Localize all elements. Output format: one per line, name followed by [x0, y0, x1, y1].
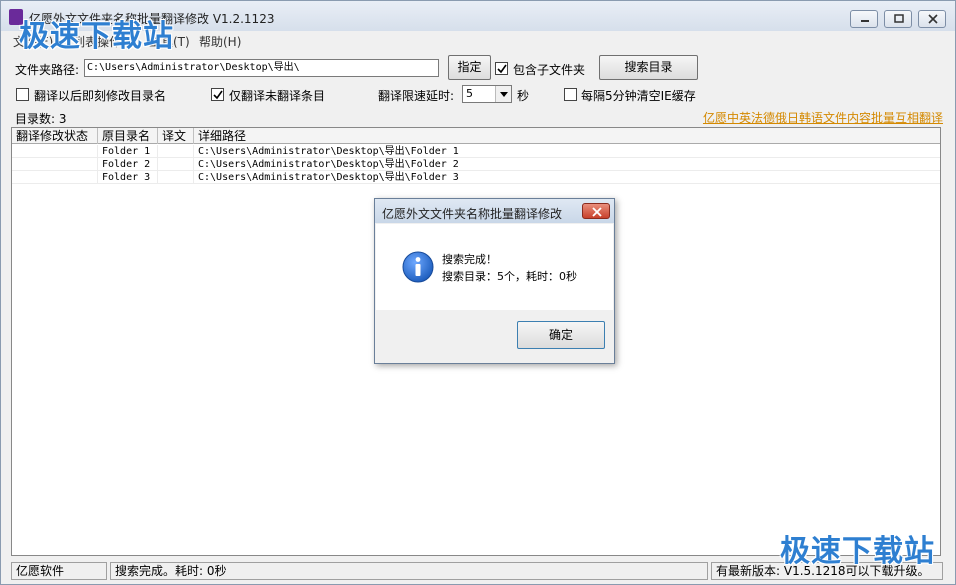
watermark-bottom: 极速下载站 [780, 534, 935, 569]
maximize-button[interactable] [884, 10, 912, 28]
promo-link[interactable]: 亿愿中英法德俄日韩语文件内容批量互相翻译 [703, 109, 943, 126]
table-row[interactable]: Folder 1 C:\Users\Administrator\Desktop\… [12, 145, 940, 158]
checkmark-icon [497, 64, 507, 74]
dialog-ok-button[interactable]: 确定 [517, 321, 605, 349]
close-button[interactable] [918, 10, 946, 28]
include-subfolders-checkbox[interactable] [495, 62, 508, 75]
folder-path-input[interactable]: C:\Users\Administrator\Desktop\导出\ [84, 59, 439, 77]
cell-translation [158, 145, 194, 158]
column-translation[interactable]: 译文 [158, 128, 194, 144]
include-subfolders-label: 包含子文件夹 [513, 63, 586, 77]
cell-status [12, 145, 98, 158]
table-row[interactable]: Folder 3 C:\Users\Administrator\Desktop\… [12, 171, 940, 184]
delay-select[interactable]: 5 [462, 85, 512, 103]
cell-translation [158, 158, 194, 171]
clear-cache-checkbox[interactable] [564, 88, 577, 101]
info-icon [402, 251, 434, 283]
dialog-message-line2: 搜索目录：5个，耗时：0秒 [442, 270, 577, 283]
only-untranslated-checkbox[interactable] [211, 88, 224, 101]
cell-path: C:\Users\Administrator\Desktop\导出\Folder… [198, 146, 459, 157]
specify-button[interactable]: 指定 [448, 55, 491, 80]
delay-value: 5 [466, 87, 473, 100]
cell-status [12, 158, 98, 171]
dropdown-arrow[interactable] [495, 86, 511, 102]
delay-label: 翻译限速延时: [378, 89, 455, 103]
menu-help[interactable]: 帮助(H) [199, 33, 241, 50]
cell-name: Folder 2 [98, 158, 158, 171]
status-company: 亿愿软件 [11, 562, 107, 580]
delay-unit: 秒 [517, 89, 530, 103]
dialog-message-line1: 搜索完成！ [442, 253, 497, 266]
column-path[interactable]: 详细路径 [194, 128, 940, 144]
column-status[interactable]: 翻译修改状态 [12, 128, 98, 144]
watermark-top: 极速下载站 [19, 19, 174, 54]
cell-path: C:\Users\Administrator\Desktop\导出\Folder… [198, 159, 459, 170]
table-row[interactable]: Folder 2 C:\Users\Administrator\Desktop\… [12, 158, 940, 171]
column-original-name[interactable]: 原目录名 [98, 128, 158, 144]
cell-translation [158, 171, 194, 184]
message-dialog: 亿愿外文文件夹名称批量翻译修改 搜索完成！ 搜索目录：5个，耗时：0秒 确定 [374, 198, 615, 364]
close-icon [592, 207, 602, 217]
rename-after-translate-label: 翻译以后即刻修改目录名 [34, 89, 167, 103]
dialog-title: 亿愿外文文件夹名称批量翻译修改 [382, 207, 563, 221]
clear-cache-label: 每隔5分钟清空IE缓存 [581, 89, 696, 103]
cell-path: C:\Users\Administrator\Desktop\导出\Folder… [198, 172, 459, 183]
search-directory-button[interactable]: 搜索目录 [599, 55, 698, 80]
checkmark-icon [213, 90, 223, 100]
cell-name: Folder 1 [98, 145, 158, 158]
dialog-body: 搜索完成！ 搜索目录：5个，耗时：0秒 [376, 224, 613, 310]
only-untranslated-label: 仅翻译未翻译条目 [229, 89, 326, 103]
cell-status [12, 171, 98, 184]
dialog-close-button[interactable] [582, 203, 610, 219]
app-window: 亿愿外文文件夹名称批量翻译修改 V1.2.1123 文件(F) 列表操作(L) … [0, 0, 956, 585]
status-message: 搜索完成。耗时: 0秒 [110, 562, 708, 580]
maximize-icon [894, 14, 904, 23]
rename-after-translate-checkbox[interactable] [16, 88, 29, 101]
table-body: Folder 1 C:\Users\Administrator\Desktop\… [12, 145, 940, 184]
path-label: 文件夹路径: [15, 63, 80, 77]
minimize-button[interactable] [850, 10, 878, 28]
close-icon [928, 14, 938, 24]
minimize-icon [861, 20, 869, 22]
chevron-down-icon [500, 92, 508, 97]
cell-name: Folder 3 [98, 171, 158, 184]
dialog-title-bar: 亿愿外文文件夹名称批量翻译修改 [375, 199, 614, 223]
table-header: 翻译修改状态 原目录名 译文 详细路径 [12, 128, 940, 144]
directory-count: 目录数: 3 [15, 112, 67, 126]
